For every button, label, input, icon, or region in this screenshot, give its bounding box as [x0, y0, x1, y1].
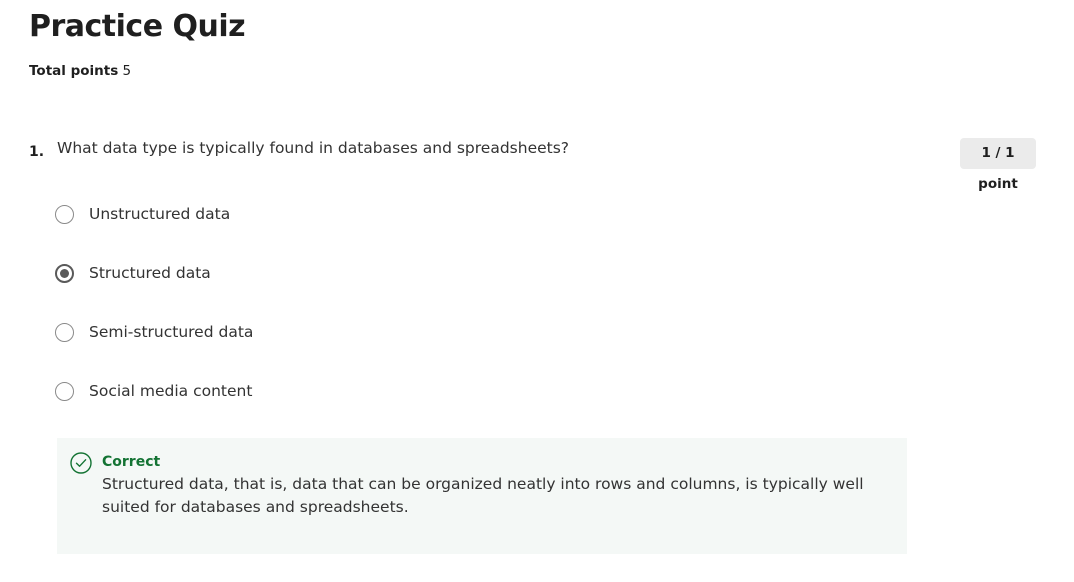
- option-label: Semi-structured data: [89, 323, 254, 341]
- feedback-explanation: Structured data, that is, data that can …: [102, 475, 864, 516]
- total-points-label: Total points: [29, 63, 119, 79]
- total-points: Total points 5: [29, 61, 131, 81]
- option-unstructured-data[interactable]: Unstructured data: [55, 201, 230, 227]
- question-number: 1.: [29, 144, 45, 160]
- radio-button-selected[interactable]: [55, 263, 74, 283]
- radio-button[interactable]: [55, 204, 74, 224]
- question-text: What data type is typically found in dat…: [57, 139, 570, 157]
- page-title: Practice Quiz: [29, 9, 246, 44]
- feedback-panel: Correct Structured data, that is, data t…: [57, 438, 907, 554]
- option-social-media-content[interactable]: Social media content: [55, 378, 252, 404]
- feedback-status: Correct: [102, 454, 161, 470]
- check-circle-icon: [70, 452, 92, 474]
- option-label: Structured data: [89, 264, 211, 282]
- option-structured-data[interactable]: Structured data: [55, 260, 211, 286]
- points-badge: 1 / 1 point: [960, 138, 1036, 192]
- radio-button[interactable]: [55, 381, 74, 401]
- option-label: Social media content: [89, 382, 253, 400]
- option-semi-structured-data[interactable]: Semi-structured data: [55, 319, 253, 345]
- radio-button[interactable]: [55, 322, 74, 342]
- practice-quiz-page: Practice Quiz Total points 5 1. What dat…: [0, 0, 1074, 582]
- total-points-value: 5: [122, 63, 132, 79]
- option-label: Unstructured data: [89, 205, 231, 223]
